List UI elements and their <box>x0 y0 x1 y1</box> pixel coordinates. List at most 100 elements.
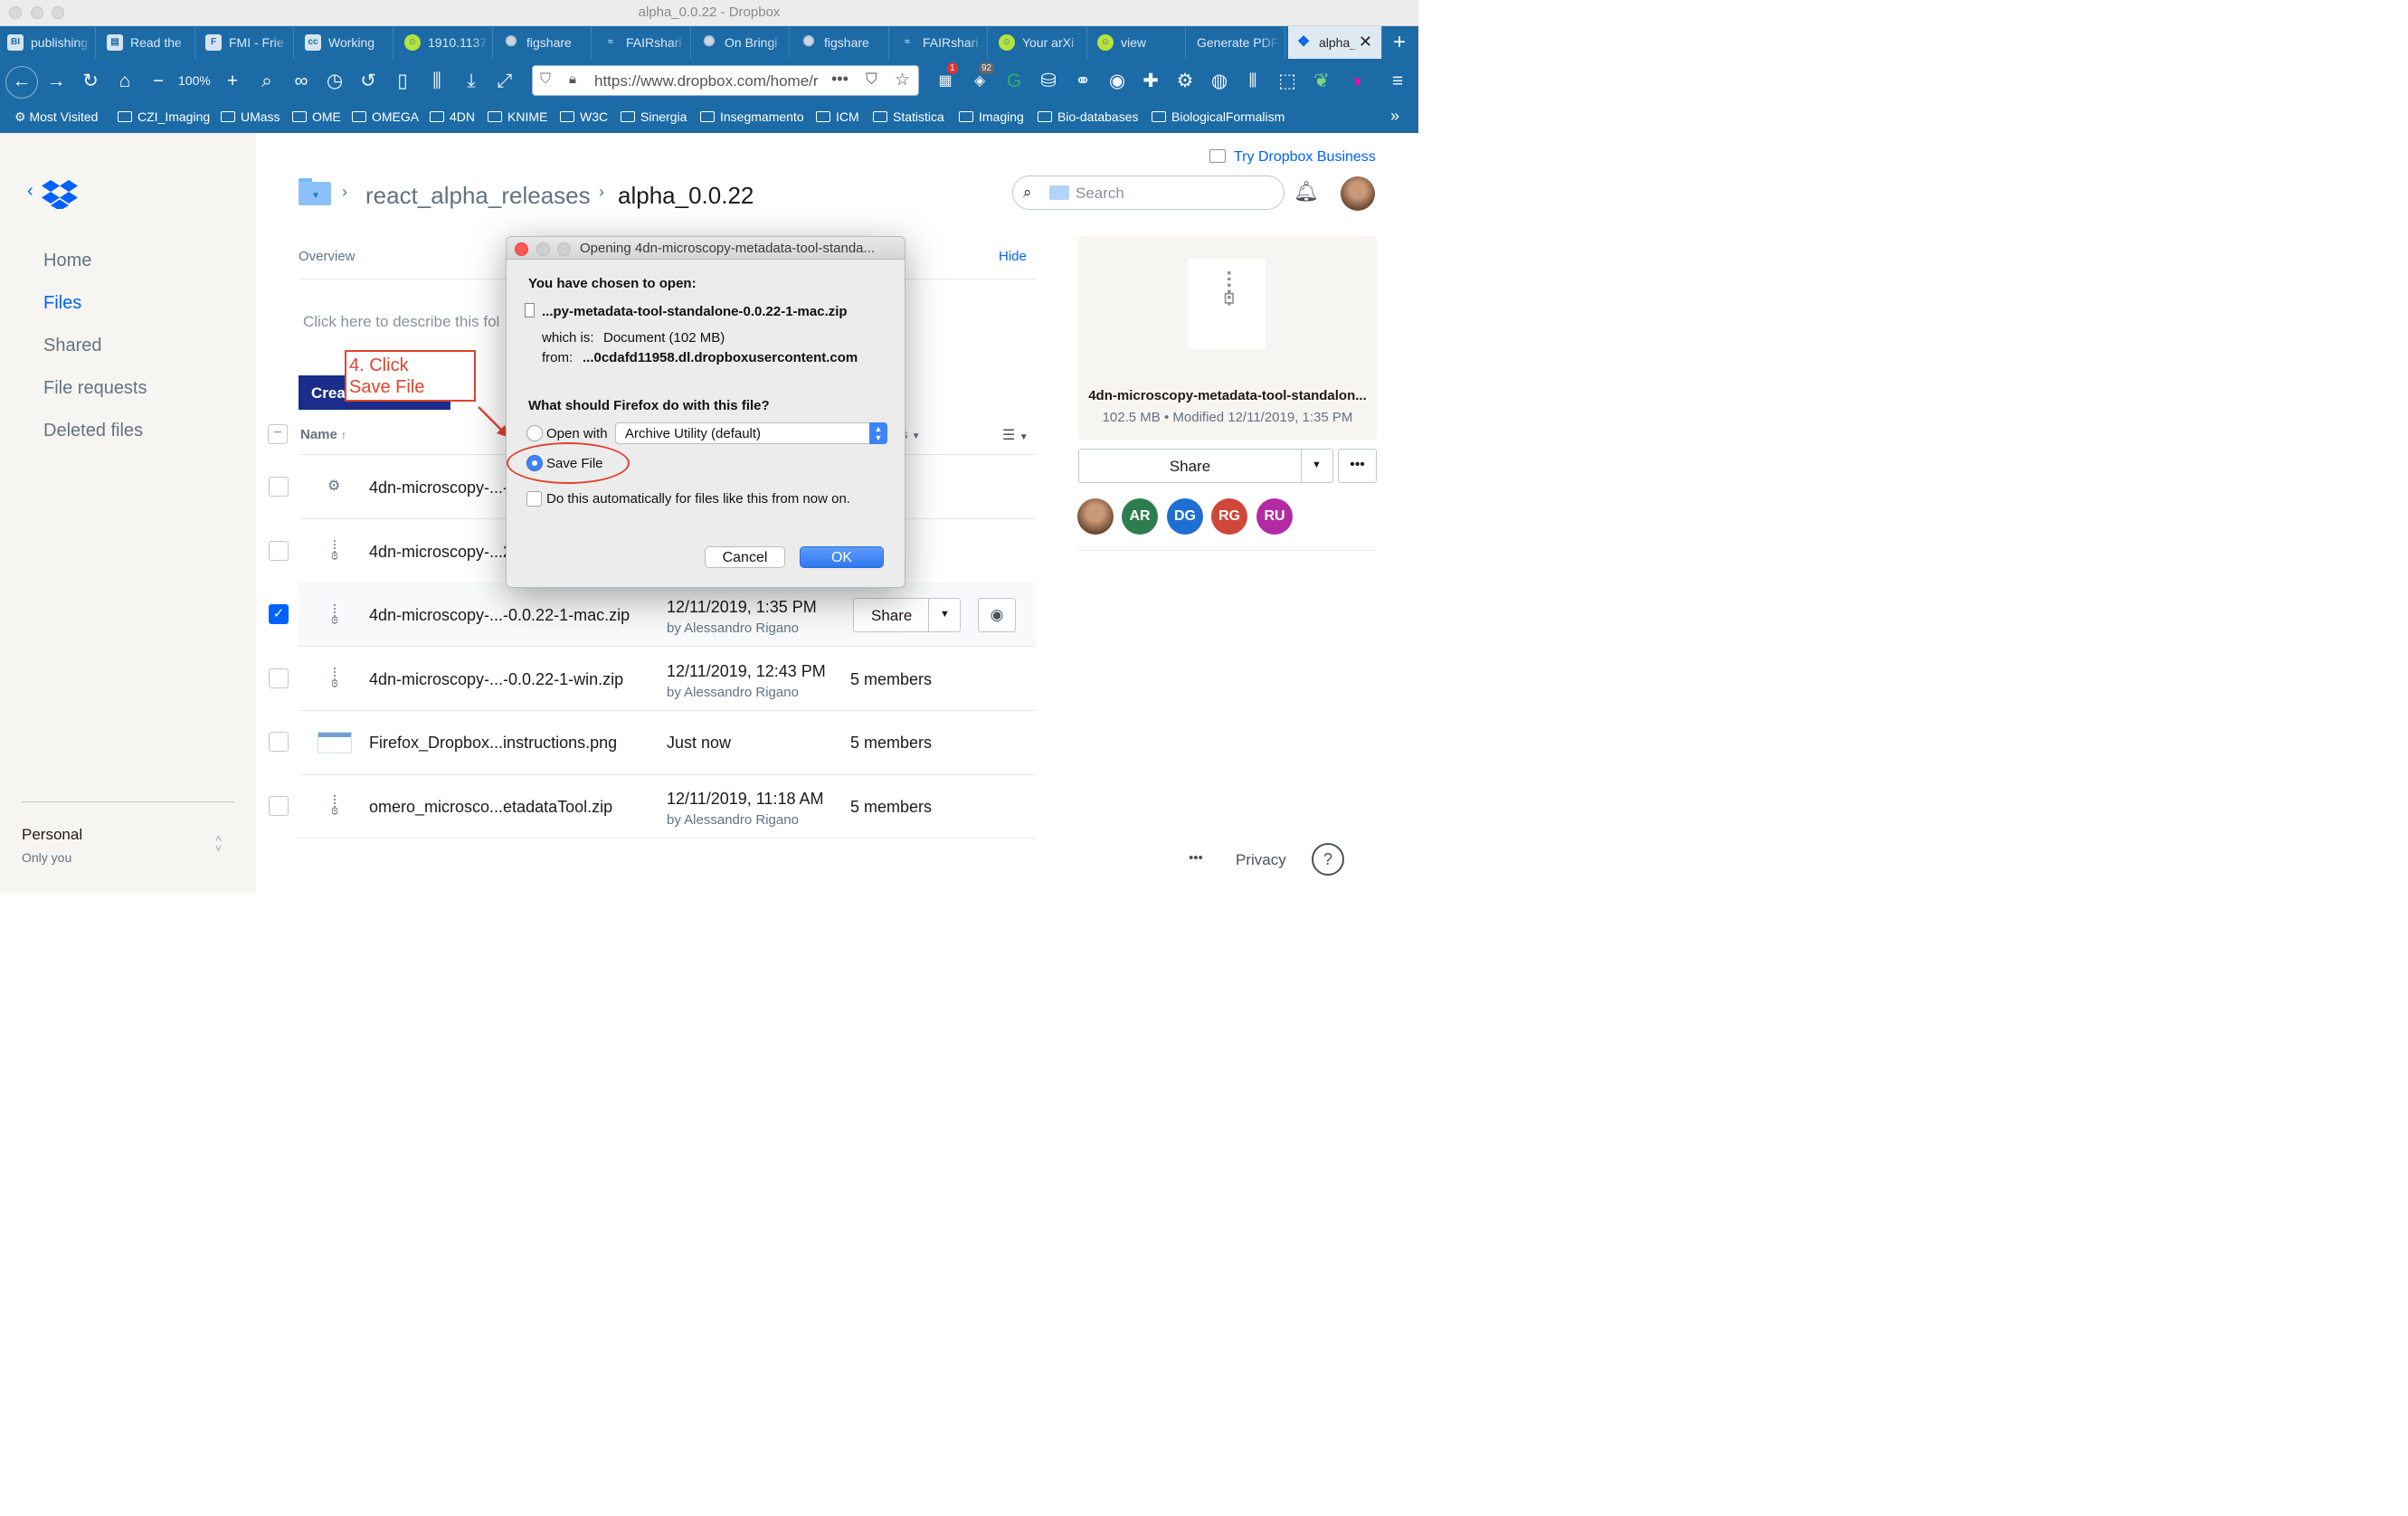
breadcrumb-parent[interactable]: react_alpha_releases <box>365 182 591 210</box>
browser-tab[interactable]: ≈ FAIRshari <box>892 26 988 59</box>
history-icon[interactable]: ◷ <box>321 68 348 95</box>
chevron-updown-icon[interactable]: ˄ ˅ <box>215 833 222 854</box>
glasses-icon[interactable]: ∞ <box>288 68 315 95</box>
avatar[interactable] <box>1077 498 1114 535</box>
browser-tab[interactable]: cc Working <box>298 26 393 59</box>
row-checkbox-checked[interactable]: ✓ <box>269 604 289 624</box>
row-checkbox[interactable] <box>269 668 289 688</box>
file-name[interactable]: 4dn-microscopy-...- <box>369 478 508 497</box>
avatar[interactable]: AR <box>1122 498 1158 535</box>
file-name[interactable]: Firefox_Dropbox...instructions.png <box>369 734 617 753</box>
restore-icon[interactable]: ↺ <box>355 68 382 95</box>
bookmark-folder[interactable]: ICM <box>816 109 859 128</box>
bookmark-most-visited[interactable]: ⚙ Most Visited <box>14 109 98 128</box>
barcode-icon[interactable]: ⦀ <box>1239 68 1266 95</box>
bookmark-folder[interactable]: OMEGA <box>352 109 419 128</box>
puzzle-icon[interactable]: ✚ <box>1137 68 1164 95</box>
search-input[interactable]: ⌕ Search <box>1012 175 1285 210</box>
ok-button[interactable]: OK <box>800 546 884 568</box>
avatar[interactable]: RG <box>1211 498 1247 535</box>
browser-tab[interactable]: ☺ Your arXi <box>991 26 1087 59</box>
profile-icon[interactable]: ◍ <box>1206 68 1233 95</box>
chevron-down-icon[interactable]: ▼ <box>940 609 950 620</box>
bookmark-folder[interactable]: BiologicalFormalism <box>1152 109 1285 128</box>
leaf-icon[interactable]: ❦ <box>1308 68 1335 95</box>
cancel-button[interactable]: Cancel <box>705 546 785 568</box>
auto-action-label[interactable]: Do this automatically for files like thi… <box>546 491 850 507</box>
search-icon[interactable]: ⌕ <box>253 68 280 95</box>
page-actions-icon[interactable]: ••• <box>831 70 848 89</box>
browser-tab[interactable]: ≈ FAIRshari <box>595 26 691 59</box>
open-with-radio[interactable] <box>526 425 543 441</box>
file-name[interactable]: 4dn-microscopy-...-0.0.22-1-mac.zip <box>369 606 630 625</box>
bookmark-folder[interactable]: KNIME <box>488 109 547 128</box>
bookmark-folder[interactable]: CZI_Imaging <box>118 109 210 128</box>
privacy-link[interactable]: Privacy <box>1236 851 1286 869</box>
browser-tab[interactable]: ✺ figshare <box>793 26 889 59</box>
select-all-checkbox[interactable]: − <box>268 424 288 444</box>
more-options-icon[interactable]: ••• <box>1338 449 1377 483</box>
grammarly-icon[interactable]: G <box>1000 68 1028 95</box>
bubbles-icon[interactable]: ⚭ <box>1069 68 1096 95</box>
bookmark-folder[interactable]: W3C <box>560 109 608 128</box>
file-preview-thumbnail[interactable] <box>1188 259 1266 349</box>
browser-tab[interactable]: ☺ view <box>1090 26 1186 59</box>
bookmark-folder[interactable]: Statistica <box>873 109 944 128</box>
database-icon[interactable]: ⛁ <box>1035 68 1062 95</box>
avatar[interactable] <box>1341 176 1375 211</box>
dialog-close-icon[interactable] <box>515 242 528 256</box>
sidebar-item-home[interactable]: Home <box>43 251 91 271</box>
browser-tab-active[interactable]: ❖ alpha_ ✕ <box>1288 26 1382 59</box>
gear-icon[interactable]: ⚙ <box>1171 68 1199 95</box>
bookmark-folder[interactable]: Sinergia <box>621 109 687 128</box>
close-tab-icon[interactable]: ✕ <box>1359 33 1372 52</box>
back-icon[interactable]: ← <box>5 66 38 99</box>
description-field[interactable]: Click here to describe this fol <box>303 313 499 331</box>
url-bar[interactable]: ⛉ 🔒︎ https://www.dropbox.com/home/r ••• … <box>532 65 919 96</box>
menu-icon[interactable]: ≡ <box>1384 68 1411 95</box>
row-share-button[interactable]: Share <box>871 607 912 625</box>
bookmark-folder[interactable]: Insegmamento <box>700 109 804 128</box>
fullscreen-icon[interactable]: ⤢ <box>491 68 518 95</box>
sidebar-item-files[interactable]: Files <box>43 293 81 314</box>
bookmark-folder[interactable]: 4DN <box>430 109 475 128</box>
shield-icon[interactable]: ⛉ <box>540 71 551 88</box>
extension-icon[interactable]: ▦ 1 <box>932 62 959 95</box>
bell-icon[interactable]: 🔔︎ <box>1294 180 1319 204</box>
zoom-out-icon[interactable]: − <box>145 68 172 95</box>
colorzilla-icon[interactable]: ◑ <box>1342 68 1370 95</box>
browser-tab[interactable]: ▤ Read the <box>100 26 195 59</box>
ublock-icon[interactable]: ◈ 92 <box>966 62 995 95</box>
row-checkbox[interactable] <box>269 541 289 561</box>
chevron-right-icon[interactable]: » <box>1390 107 1399 125</box>
download-icon[interactable]: ⤓ <box>458 68 485 95</box>
row-checkbox[interactable] <box>269 477 289 497</box>
avatar[interactable]: RU <box>1256 498 1293 535</box>
bookmark-folder[interactable]: Bio-databases <box>1038 109 1139 128</box>
sidebar-item-deleted-files[interactable]: Deleted files <box>43 421 143 441</box>
zoom-in-icon[interactable]: + <box>219 68 246 95</box>
help-button[interactable]: ? <box>1312 843 1344 876</box>
bookmark-folder[interactable]: OME <box>292 109 341 128</box>
open-with-select[interactable]: Archive Utility (default) ▲ ▼ <box>615 422 887 444</box>
row-checkbox[interactable] <box>269 796 289 816</box>
zoom-level[interactable]: 100% <box>178 73 211 88</box>
home-icon[interactable]: ⌂ <box>111 68 138 95</box>
reload-icon[interactable]: ↻ <box>77 68 104 95</box>
forward-icon[interactable]: → <box>43 68 70 95</box>
library-icon[interactable]: ⫼ <box>423 68 450 95</box>
color-wheel-icon[interactable]: ◉ <box>1104 68 1131 95</box>
pocket-icon[interactable]: ⛉ <box>866 71 877 89</box>
browser-tab[interactable]: ✺ figshare <box>496 26 592 59</box>
lock-icon[interactable]: 🔒︎ <box>569 71 576 87</box>
name-column-header[interactable]: Name ↑ <box>300 427 346 442</box>
browser-tab[interactable]: BI publishing <box>0 26 96 59</box>
browser-tab[interactable]: F FMI - Frie <box>198 26 294 59</box>
try-business-link[interactable]: Try Dropbox Business <box>1234 149 1376 166</box>
bookmark-folder[interactable]: UMass <box>221 109 280 128</box>
new-tab-icon[interactable]: + <box>1393 30 1406 55</box>
file-name[interactable]: 4dn-microscopy-...2 <box>369 543 512 562</box>
sidebar-item-shared[interactable]: Shared <box>43 336 102 356</box>
sidebar-item-file-requests[interactable]: File requests <box>43 378 147 399</box>
browser-tab[interactable]: Generate PDF <box>1190 26 1285 59</box>
